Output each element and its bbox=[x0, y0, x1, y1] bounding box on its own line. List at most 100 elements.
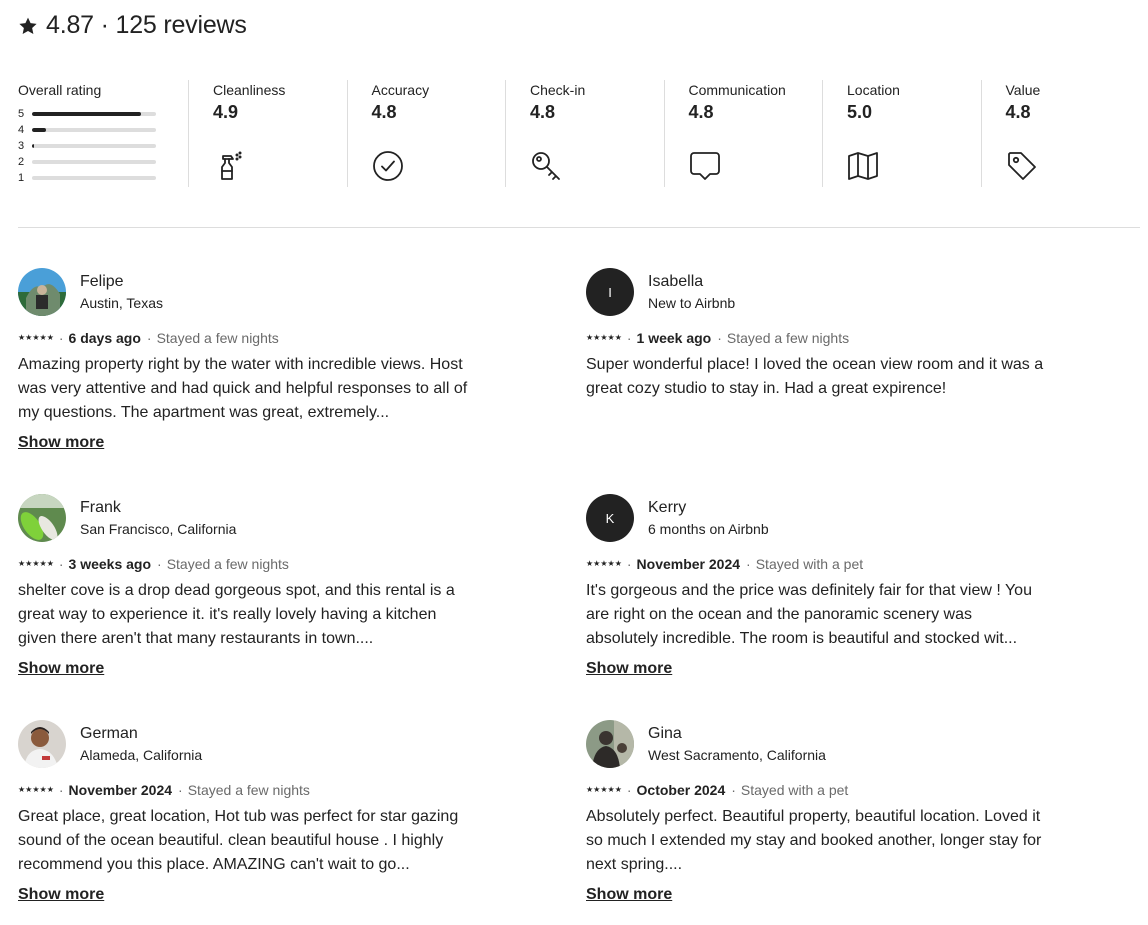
rating-bar-track bbox=[32, 128, 156, 132]
category-value: 5.0 bbox=[847, 102, 873, 122]
meta-separator: · bbox=[157, 556, 162, 572]
category-label: Value bbox=[1005, 82, 1041, 98]
reviews-header: 4.87 · 125 reviews bbox=[18, 11, 247, 40]
key-icon bbox=[530, 150, 562, 182]
category-value: 4.8 bbox=[1005, 102, 1031, 122]
meta-separator: · bbox=[58, 330, 64, 346]
reviewer-name: Frank bbox=[80, 498, 121, 516]
rating-bar-row: 1 bbox=[18, 170, 188, 186]
title-separator: · bbox=[93, 11, 116, 39]
review-date: November 2024 bbox=[68, 782, 173, 798]
star-icon bbox=[19, 17, 37, 34]
rating-bar-track bbox=[32, 176, 156, 180]
rating-bar-stars: 1 bbox=[18, 171, 25, 184]
category-check-in: Check-in 4.8 bbox=[506, 80, 665, 187]
review-text: Absolutely perfect. Beautiful property, … bbox=[586, 808, 1042, 873]
meta-separator: · bbox=[717, 330, 722, 346]
reviewer-header: K Kerry 6 months on Airbnb bbox=[586, 494, 1056, 542]
avatar[interactable]: I bbox=[586, 268, 634, 316]
rating-bar-row: 4 bbox=[18, 122, 188, 138]
rating-bar-stars: 4 bbox=[18, 123, 25, 136]
section-divider bbox=[18, 227, 1140, 228]
category-value: 4.8 bbox=[530, 102, 556, 122]
avatar[interactable]: K bbox=[586, 494, 634, 542]
star-rating: ★★★★★ bbox=[586, 559, 622, 568]
review-date: October 2024 bbox=[636, 782, 726, 798]
overall-rating-label: Overall rating bbox=[18, 82, 102, 98]
star-rating: ★★★★★ bbox=[18, 559, 54, 568]
review-meta: ★★★★★ · November 2024 · Stayed with a pe… bbox=[586, 555, 1056, 573]
category-label: Cleanliness bbox=[213, 82, 286, 98]
star-rating: ★★★★★ bbox=[586, 785, 622, 794]
reviewer-tenure: 6 months on Airbnb bbox=[648, 520, 769, 537]
category-label: Accuracy bbox=[371, 82, 430, 98]
category-value: Value 4.8 bbox=[982, 80, 1141, 187]
avatar[interactable] bbox=[18, 720, 66, 768]
star-rating: ★★★★★ bbox=[18, 785, 54, 794]
stay-type: Stayed a few nights bbox=[156, 330, 279, 346]
rating-value: 4.87 bbox=[46, 11, 94, 39]
show-more-link[interactable]: Show more bbox=[586, 885, 672, 905]
show-more-link[interactable]: Show more bbox=[18, 659, 104, 679]
review-text: Super wonderful place! I loved the ocean… bbox=[586, 356, 1044, 397]
review-card: K Kerry 6 months on Airbnb ★★★★★ · Novem… bbox=[586, 494, 1056, 679]
review-card: Felipe Austin, Texas ★★★★★ · 6 days ago … bbox=[18, 268, 488, 453]
reviewer-header: Frank San Francisco, California bbox=[18, 494, 488, 542]
category-value: 4.9 bbox=[213, 102, 239, 122]
avatar[interactable] bbox=[18, 494, 66, 542]
reviewer-name: Isabella bbox=[648, 272, 704, 290]
review-meta: ★★★★★ · 1 week ago · Stayed a few nights bbox=[586, 329, 1056, 347]
reviewer-header: German Alameda, California bbox=[18, 720, 488, 768]
star-rating: ★★★★★ bbox=[586, 333, 622, 342]
review-meta: ★★★★★ · October 2024 · Stayed with a pet bbox=[586, 781, 1056, 799]
stay-type: Stayed a few nights bbox=[166, 556, 289, 572]
reviewer-location: Alameda, California bbox=[80, 746, 203, 763]
ratings-summary: Overall rating 5 4 3 2 1 Cleanliness 4.9… bbox=[18, 80, 1140, 188]
reviewer-name: German bbox=[80, 724, 138, 742]
rating-bar-stars: 5 bbox=[18, 107, 25, 120]
review-text: It's gorgeous and the price was definite… bbox=[586, 582, 1032, 647]
review-card: I Isabella New to Airbnb ★★★★★ · 1 week … bbox=[586, 268, 1056, 401]
check-circle-icon bbox=[372, 150, 404, 182]
rating-bar-track bbox=[32, 112, 156, 116]
rating-bar-fill bbox=[32, 128, 46, 132]
rating-bar-stars: 3 bbox=[18, 139, 25, 152]
category-accuracy: Accuracy 4.8 bbox=[348, 80, 506, 187]
reviewer-location: San Francisco, California bbox=[80, 520, 237, 537]
review-text: shelter cove is a drop dead gorgeous spo… bbox=[18, 582, 455, 647]
map-icon bbox=[847, 150, 879, 182]
rating-bar-fill bbox=[32, 112, 142, 116]
overall-rating: Overall rating 5 4 3 2 1 bbox=[18, 80, 189, 187]
avatar[interactable] bbox=[586, 720, 634, 768]
chat-bubble-icon bbox=[689, 150, 721, 182]
meta-separator: · bbox=[146, 330, 152, 346]
category-communication: Communication 4.8 bbox=[665, 80, 823, 187]
reviewer-name: Gina bbox=[648, 724, 682, 742]
reviewer-location: West Sacramento, California bbox=[648, 746, 826, 763]
rating-bar-track bbox=[32, 160, 156, 164]
stay-type: Stayed with a pet bbox=[740, 782, 849, 798]
show-more-link[interactable]: Show more bbox=[18, 885, 104, 905]
reviewer-tenure: New to Airbnb bbox=[648, 294, 736, 311]
meta-separator: · bbox=[626, 782, 632, 798]
review-date: 3 weeks ago bbox=[68, 556, 152, 572]
meta-separator: · bbox=[731, 782, 736, 798]
meta-separator: · bbox=[58, 556, 64, 572]
review-date: 6 days ago bbox=[68, 330, 141, 346]
show-more-link[interactable]: Show more bbox=[18, 433, 104, 453]
review-meta: ★★★★★ · November 2024 · Stayed a few nig… bbox=[18, 781, 488, 799]
stay-type: Stayed a few nights bbox=[187, 782, 310, 798]
show-more-link[interactable]: Show more bbox=[586, 659, 672, 679]
avatar[interactable] bbox=[18, 268, 66, 316]
category-label: Location bbox=[847, 82, 900, 98]
reviewer-name: Kerry bbox=[648, 498, 687, 516]
rating-bar-fill bbox=[32, 144, 34, 148]
category-label: Check-in bbox=[530, 82, 586, 98]
review-meta: ★★★★★ · 3 weeks ago · Stayed a few night… bbox=[18, 555, 488, 573]
reviewer-header: Felipe Austin, Texas bbox=[18, 268, 488, 316]
star-rating: ★★★★★ bbox=[18, 333, 54, 342]
review-date: 1 week ago bbox=[636, 330, 712, 346]
category-value: 4.8 bbox=[688, 102, 714, 122]
price-tag-icon bbox=[1006, 150, 1038, 182]
category-label: Communication bbox=[688, 82, 786, 98]
